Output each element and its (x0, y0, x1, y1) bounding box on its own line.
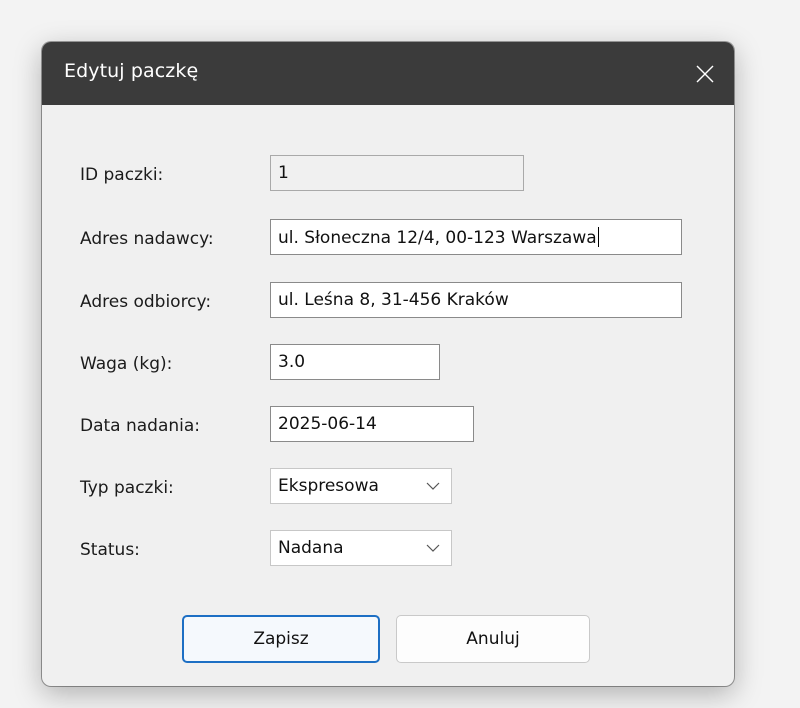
id-label: ID paczki: (80, 165, 164, 185)
title-bar: Edytuj paczkę (42, 42, 734, 105)
sender-address-input[interactable]: ul. Słoneczna 12/4, 00-123 Warszawa (270, 219, 682, 255)
cancel-button[interactable]: Anuluj (396, 615, 590, 663)
id-value: 1 (278, 163, 289, 183)
status-label: Status: (80, 540, 140, 560)
weight-input[interactable]: 3.0 (270, 344, 440, 380)
status-select[interactable]: Nadana (270, 530, 452, 566)
cancel-button-label: Anuluj (466, 629, 520, 649)
send-date-input[interactable]: 2025-06-14 (270, 406, 474, 442)
recipient-address-input[interactable]: ul. Leśna 8, 31-456 Kraków (270, 282, 682, 318)
weight-value: 3.0 (278, 352, 306, 372)
text-caret (597, 227, 599, 247)
recipient-address-value: ul. Leśna 8, 31-456 Kraków (278, 290, 509, 310)
package-type-select[interactable]: Ekspresowa (270, 468, 452, 504)
close-button[interactable] (676, 42, 734, 105)
status-value: Nadana (278, 538, 344, 558)
send-date-label: Data nadania: (80, 416, 201, 436)
package-type-value: Ekspresowa (278, 476, 379, 496)
chevron-down-icon (426, 482, 440, 490)
desktop-background: Edytuj paczkę ID paczki: 1 Adres nadawcy… (0, 0, 800, 708)
send-date-value: 2025-06-14 (278, 414, 377, 434)
sender-address-label: Adres nadawcy: (80, 229, 214, 249)
close-icon (696, 65, 714, 82)
id-field[interactable]: 1 (270, 155, 524, 191)
edit-package-dialog: Edytuj paczkę ID paczki: 1 Adres nadawcy… (42, 42, 734, 686)
save-button[interactable]: Zapisz (182, 615, 380, 663)
sender-address-value: ul. Słoneczna 12/4, 00-123 Warszawa (278, 228, 597, 248)
weight-label: Waga (kg): (80, 354, 173, 374)
package-type-label: Typ paczki: (80, 478, 174, 498)
dialog-title: Edytuj paczkę (64, 60, 199, 82)
recipient-address-label: Adres odbiorcy: (80, 292, 212, 312)
save-button-label: Zapisz (253, 629, 309, 649)
chevron-down-icon (426, 544, 440, 552)
